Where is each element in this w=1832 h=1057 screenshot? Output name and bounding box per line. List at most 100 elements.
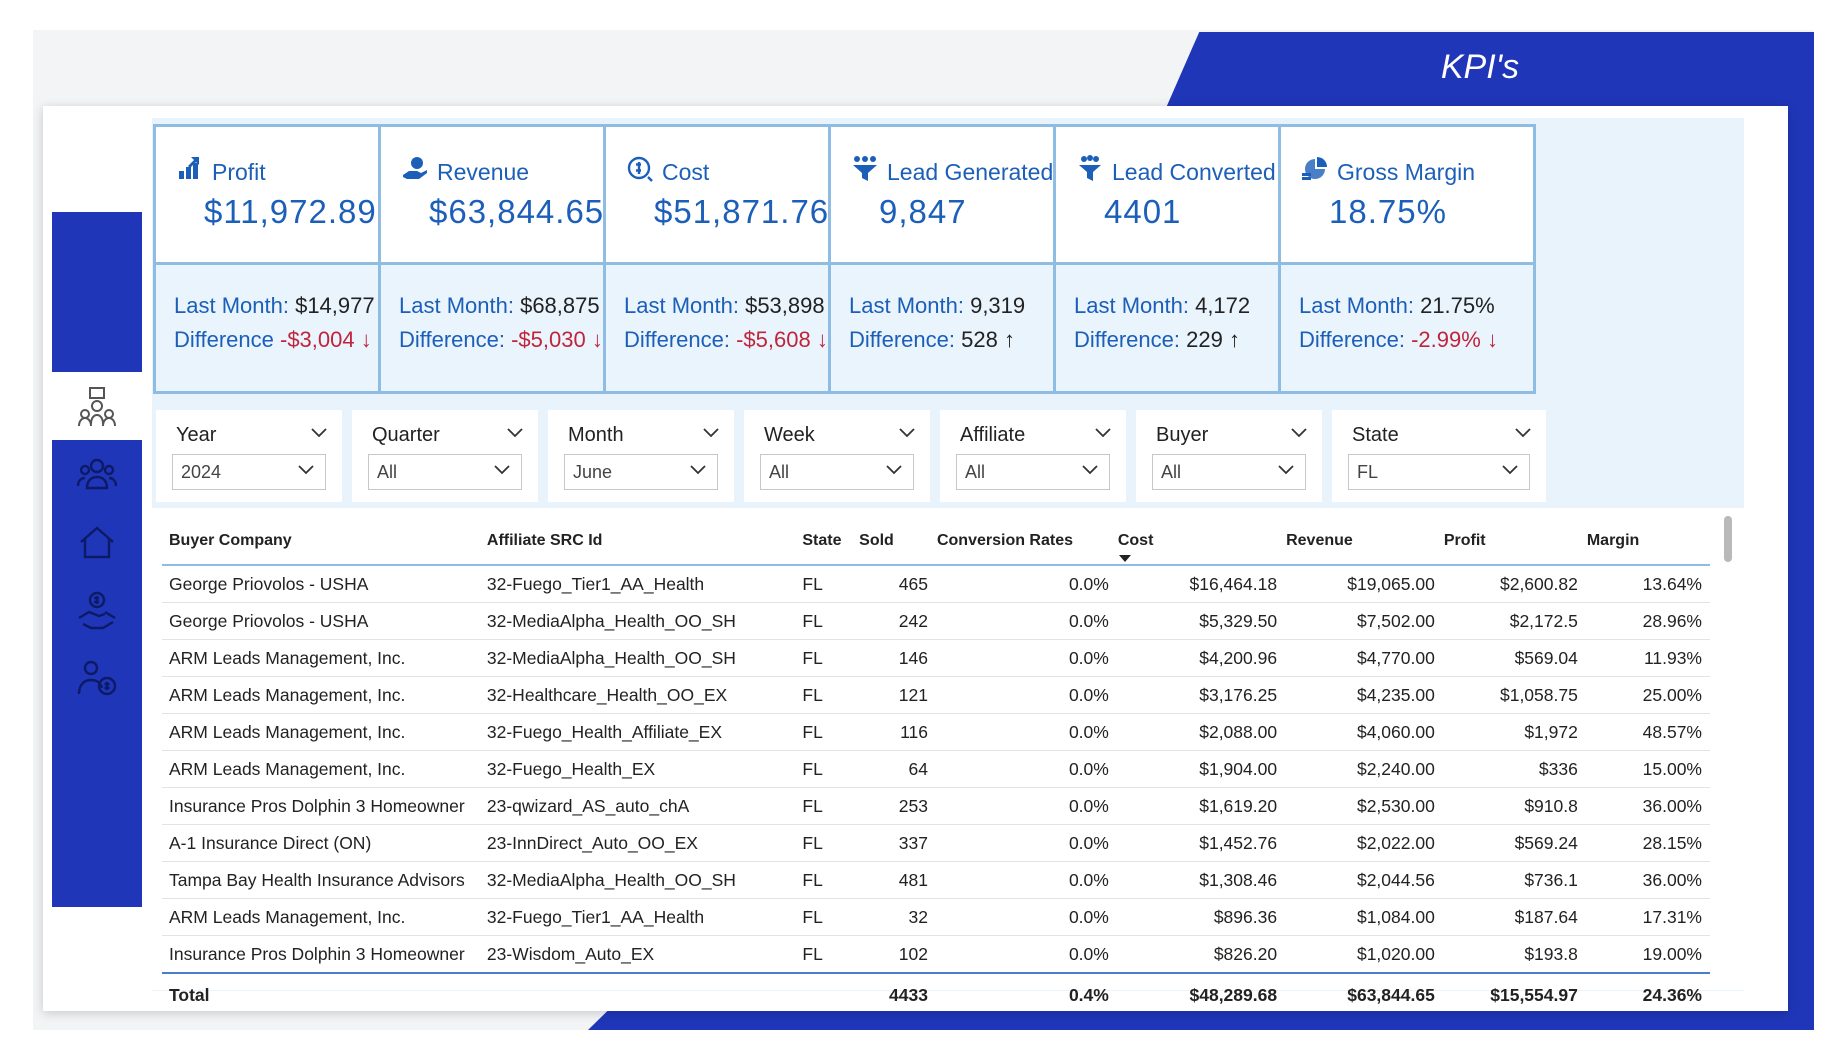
filter-label: Month	[568, 424, 624, 446]
chevron-down-icon[interactable]	[1094, 422, 1112, 445]
table-cell: 0.0%	[935, 750, 1117, 788]
table-cell: $2,530.00	[1285, 787, 1443, 825]
table-cell: $4,770.00	[1285, 639, 1443, 677]
kpi-value: $63,844.65	[429, 193, 605, 230]
table-cell: $1,619.20	[1116, 787, 1286, 825]
table-row[interactable]: A-1 Insurance Direct (ON) 23-InnDirect_Au…	[162, 824, 1710, 862]
table-cell: 0.0%	[935, 639, 1117, 677]
chevron-down-icon[interactable]	[506, 422, 524, 445]
table-row[interactable]: Insurance Pros Dolphin 3 Homeowner 23-qwi…	[162, 787, 1710, 825]
table-cell: 32	[858, 898, 936, 936]
table-cell: 0.0%	[935, 898, 1117, 936]
chevron-down-icon	[493, 459, 511, 482]
column-header-conversion-rates[interactable]: Conversion Rates	[935, 518, 1117, 566]
table-row[interactable]: ARM Leads Management, Inc. 32-MediaAlpha_…	[162, 639, 1710, 677]
arrow-down-icon: ↓	[816, 327, 828, 352]
table-cell: ARM Leads Management, Inc.	[162, 750, 486, 788]
filter-dropdown[interactable]: All	[760, 454, 914, 490]
column-header-margin[interactable]: Margin	[1585, 518, 1710, 566]
table-row[interactable]: Insurance Pros Dolphin 3 Homeowner 23-Wis…	[162, 935, 1710, 974]
difference-value: -$3,004	[280, 327, 355, 352]
table-cell: $7,502.00	[1285, 602, 1443, 640]
total-cell: Total	[162, 972, 486, 1016]
chevron-down-icon[interactable]	[702, 422, 720, 445]
column-header-affiliate-src-id[interactable]: Affiliate SRC Id	[485, 518, 802, 566]
nav-payments[interactable]	[52, 576, 142, 644]
table-cell: 64	[858, 750, 936, 788]
table-cell: 32-Fuego_Tier1_AA_Health	[485, 898, 802, 936]
chevron-down-icon[interactable]	[898, 422, 916, 445]
page-title: KPI's	[1440, 48, 1520, 86]
column-header-state[interactable]: State	[801, 518, 859, 566]
last-month-value: $68,875	[520, 293, 600, 318]
table-cell: $2,172.5	[1442, 602, 1586, 640]
kpi-last-month: Last Month: 21.75%	[1299, 293, 1495, 319]
kpi-value: $51,871.76	[654, 193, 830, 230]
kpi-comparison: Last Month: 9,319 Difference: 528 ↑	[831, 265, 1083, 391]
table-cell: 0.0%	[935, 824, 1117, 862]
table-row[interactable]: George Priovolos - USHA 32-MediaAlpha_Hea…	[162, 602, 1710, 640]
table-cell: 116	[858, 713, 936, 751]
table-cell: $2,240.00	[1285, 750, 1443, 788]
filter-value: All	[1161, 462, 1182, 482]
nav-users[interactable]	[52, 440, 142, 508]
table-row[interactable]: ARM Leads Management, Inc. 32-Healthcare_…	[162, 676, 1710, 714]
filter-dropdown[interactable]: All	[1152, 454, 1306, 490]
table-header-row: Buyer Company Affiliate SRC Id State Sold Co…	[162, 518, 1710, 566]
table-cell: 36.00%	[1585, 787, 1710, 825]
filter-label: Quarter	[372, 424, 440, 446]
table-cell: FL	[801, 602, 859, 640]
table-row[interactable]: ARM Leads Management, Inc. 32-Fuego_Healt…	[162, 713, 1710, 751]
chevron-down-icon	[885, 459, 903, 482]
nav-person-finance[interactable]	[52, 644, 142, 712]
chevron-down-icon[interactable]	[310, 422, 328, 445]
table-cell: $4,200.96	[1116, 639, 1286, 677]
nav-kpi-dashboard[interactable]	[52, 372, 142, 440]
table-cell: 0.0%	[935, 602, 1117, 640]
table-cell: $569.04	[1442, 639, 1586, 677]
filter-dropdown[interactable]: June	[564, 454, 718, 490]
table-scrollbar[interactable]	[1724, 516, 1732, 562]
filter-dropdown[interactable]: All	[368, 454, 522, 490]
column-header-cost[interactable]: Cost	[1116, 518, 1286, 566]
table-cell: 23-Wisdom_Auto_EX	[485, 935, 802, 974]
table-cell: FL	[801, 639, 859, 677]
table-row[interactable]: ARM Leads Management, Inc. 32-Fuego_Healt…	[162, 750, 1710, 788]
difference-label: Difference	[174, 327, 274, 352]
chevron-down-icon[interactable]	[1290, 422, 1308, 445]
arrow-up-icon: ↑	[1003, 327, 1015, 352]
difference-value: 528	[961, 327, 998, 352]
table-row[interactable]: Tampa Bay Health Insurance Advisors 32-Me…	[162, 861, 1710, 899]
filter-dropdown[interactable]: All	[956, 454, 1110, 490]
kpi-value: 4401	[1104, 193, 1182, 230]
table-cell: $2,088.00	[1116, 713, 1286, 751]
table-cell: 481	[858, 861, 936, 899]
nav-home[interactable]	[52, 508, 142, 576]
chevron-down-icon[interactable]	[1514, 422, 1532, 445]
kpi-header: Lead Generated 9,847	[831, 127, 1083, 265]
column-header-profit[interactable]: Profit	[1442, 518, 1586, 566]
table-row[interactable]: George Priovolos - USHA 32-Fuego_Tier1_AA…	[162, 565, 1710, 603]
coins-pie-icon	[1301, 155, 1329, 189]
table-row[interactable]: ARM Leads Management, Inc. 32-Fuego_Tier1…	[162, 898, 1710, 936]
table-cell: $1,904.00	[1116, 750, 1286, 788]
filter-dropdown[interactable]: FL	[1348, 454, 1530, 490]
column-header-buyer-company[interactable]: Buyer Company	[162, 518, 486, 566]
kpi-difference: Difference -$3,004 ↓	[174, 327, 372, 353]
difference-label: Difference:	[399, 327, 505, 352]
column-header-revenue[interactable]: Revenue	[1285, 518, 1443, 566]
table-cell: $1,084.00	[1285, 898, 1443, 936]
filter-label: Buyer	[1156, 424, 1209, 446]
last-month-value: 4,172	[1195, 293, 1251, 318]
table-cell: $1,058.75	[1442, 676, 1586, 714]
table-cell: 23-qwizard_AS_auto_chA	[485, 787, 802, 825]
filter-dropdown[interactable]: 2024	[172, 454, 326, 490]
filter-value: All	[965, 462, 986, 482]
last-month-label: Last Month:	[1074, 293, 1189, 318]
column-header-sold[interactable]: Sold	[858, 518, 936, 566]
last-month-value: $14,977	[295, 293, 375, 318]
sort-desc-icon[interactable]	[1118, 555, 1131, 562]
table-cell: ARM Leads Management, Inc.	[162, 898, 486, 936]
table-cell: 102	[858, 935, 936, 974]
kpi-difference: Difference: -$5,030 ↓	[399, 327, 603, 353]
